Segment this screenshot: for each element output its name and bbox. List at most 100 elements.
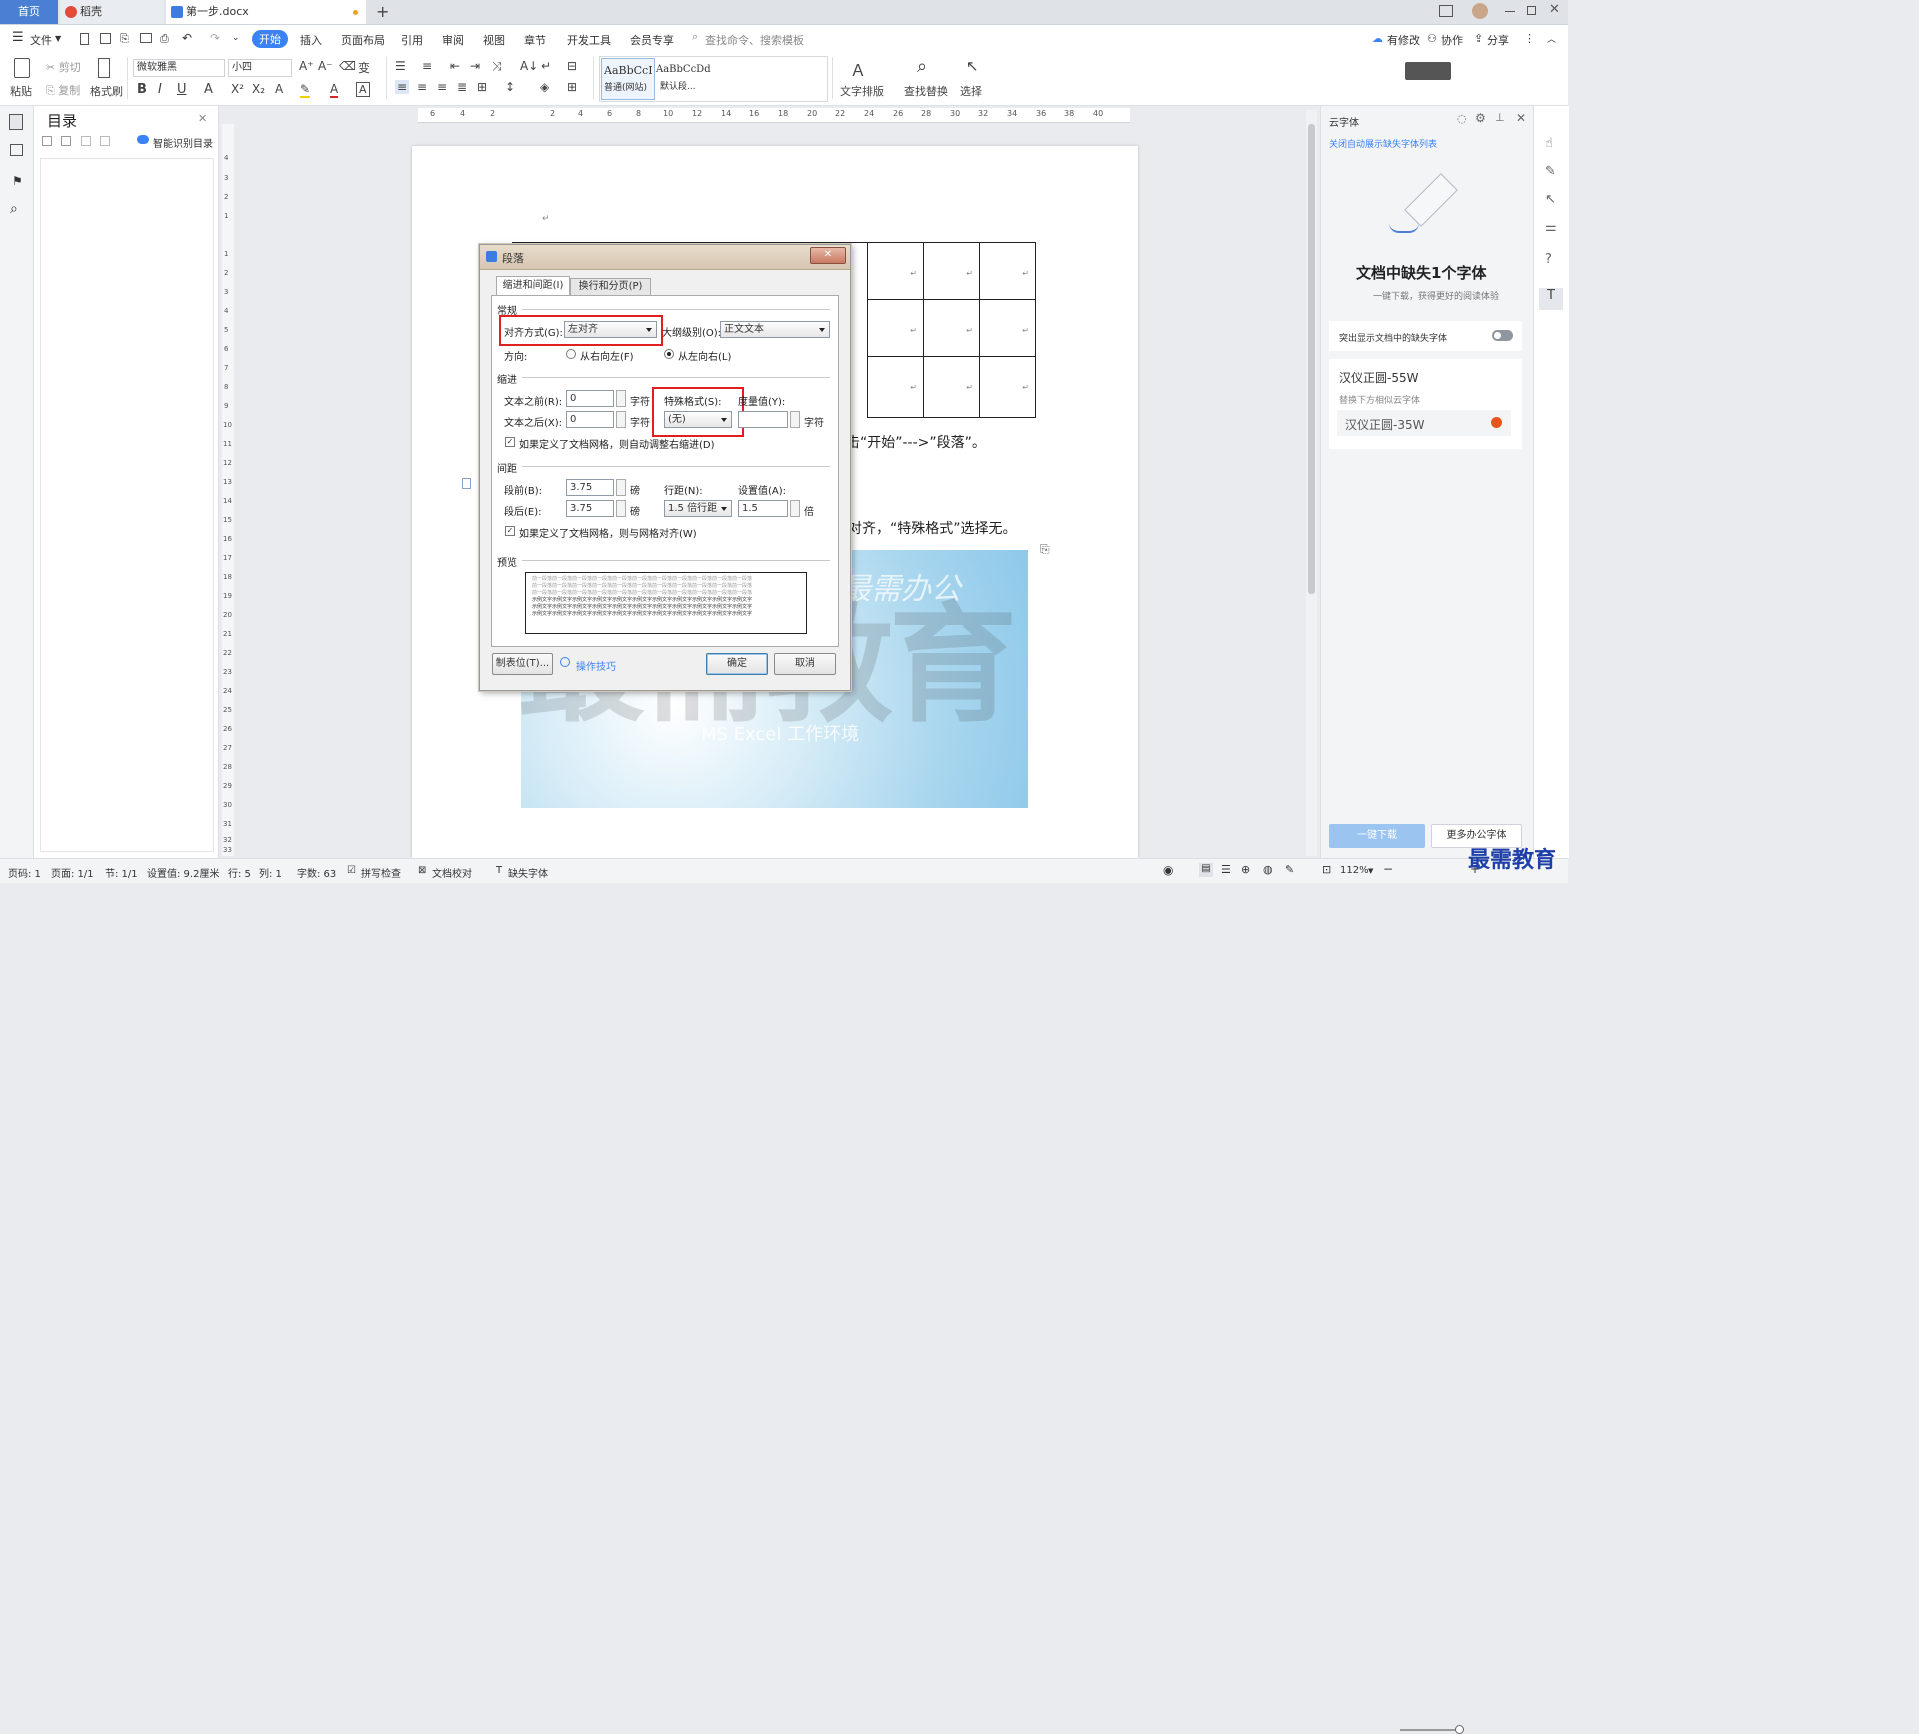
tab-stops-button[interactable]: 制表位(T)... — [492, 653, 553, 675]
auto-right-indent-checkbox[interactable]: ✓ — [505, 437, 515, 447]
table-cell[interactable]: ↵ — [867, 299, 924, 357]
unit-label[interactable]: 字符 — [630, 393, 650, 408]
tab-line-page-break[interactable]: 换行和分页(P) — [570, 278, 651, 296]
setting-value-spinner[interactable] — [790, 500, 800, 517]
find-replace-button[interactable]: 查找替换 — [904, 83, 948, 99]
quick-access-more-icon[interactable]: ⌄ — [232, 33, 240, 43]
dialog-titlebar[interactable]: 段落 ✕ — [480, 245, 850, 270]
expand-all-icon[interactable] — [42, 136, 52, 146]
minimize-button[interactable] — [1505, 11, 1515, 12]
table-border-icon[interactable]: ⊟ — [567, 59, 577, 73]
pin-icon[interactable]: ⊥ — [1495, 111, 1505, 124]
menu-member[interactable]: 会员专享 — [630, 32, 674, 48]
vertical-ruler[interactable]: 4 3 2 1 1 2 3 4 5 6 7 8 9 10 11 12 13 14… — [222, 124, 234, 856]
new-doc-icon[interactable] — [80, 33, 89, 45]
restore-button[interactable] — [1527, 6, 1536, 15]
tab-home[interactable]: 首页 — [0, 0, 58, 24]
horizontal-ruler[interactable]: 6 4 2 2 4 6 8 10 12 14 16 18 20 22 24 26… — [418, 108, 1130, 123]
status-word-count[interactable]: 字数: 63 — [297, 865, 336, 880]
collapse-ribbon-icon[interactable]: ︿ — [1547, 32, 1556, 45]
numbering-icon[interactable]: ≡ — [422, 59, 432, 73]
web-view-icon[interactable]: ⊕ — [1241, 863, 1250, 876]
highlight-missing-toggle[interactable] — [1492, 330, 1513, 341]
menu-start[interactable]: 开始 — [252, 30, 288, 48]
font-size-select[interactable]: 小四 — [228, 59, 292, 77]
status-setting[interactable]: 设置值: 9.2厘米 — [147, 865, 219, 880]
globe-icon[interactable]: ◍ — [1263, 863, 1273, 876]
borders-icon[interactable]: ⊞ — [567, 80, 577, 94]
superscript-icon[interactable]: X² — [231, 82, 244, 96]
format-painter-icon[interactable] — [98, 58, 110, 78]
show-marks-icon[interactable]: ↵ — [541, 59, 551, 73]
scrollbar-thumb[interactable] — [1308, 124, 1315, 594]
tab-docer[interactable]: 稻壳 — [60, 0, 164, 24]
format-painter-button[interactable]: 格式刷 — [90, 83, 123, 99]
align-right-icon[interactable]: ≡ — [437, 80, 447, 94]
changes-status[interactable]: 有修改 — [1387, 32, 1420, 48]
find-icon[interactable]: ⌕ — [10, 201, 18, 217]
outline-level-select[interactable]: 正文文本 — [720, 321, 830, 338]
pen-icon[interactable]: ✎ — [1285, 863, 1294, 876]
menu-insert[interactable]: 插入 — [300, 32, 322, 48]
menu-developer[interactable]: 开发工具 — [567, 32, 611, 48]
bold-icon[interactable]: B — [137, 82, 147, 97]
undo-icon[interactable]: ↶ — [182, 31, 192, 45]
copy-button[interactable]: ⎘ 复制 — [46, 82, 80, 98]
outline-pane-icon[interactable] — [9, 114, 23, 130]
settings-icon[interactable]: ⚙ — [1475, 111, 1486, 125]
italic-icon[interactable]: I — [158, 82, 162, 97]
doc-side-icon[interactable] — [462, 478, 471, 489]
collaborate-button[interactable]: 协作 — [1441, 32, 1463, 48]
shading-icon[interactable]: ◈ — [540, 80, 549, 94]
phonetic-icon[interactable]: 变 — [358, 59, 370, 76]
pointer-icon[interactable]: ↖ — [1545, 192, 1556, 207]
print-preview-icon[interactable]: ⎙ — [160, 32, 169, 46]
sort-icon[interactable]: A↓ — [520, 59, 538, 73]
table-cell[interactable]: ↵ — [923, 356, 980, 418]
missing-font-button[interactable]: 缺失字体 — [508, 865, 548, 880]
table-cell[interactable]: ↵ — [867, 356, 924, 418]
dialog-close-button[interactable]: ✕ — [810, 247, 846, 264]
distribute-icon[interactable]: ⊞ — [477, 80, 487, 94]
char-border-icon[interactable]: A — [356, 82, 370, 97]
chat-icon[interactable]: ◌ — [1457, 112, 1467, 125]
outline-view-icon[interactable]: ☰ — [1221, 863, 1231, 876]
zoom-level[interactable]: 112% — [1340, 865, 1369, 876]
fit-page-icon[interactable]: ⊡ — [1322, 863, 1331, 876]
gesture-icon[interactable]: ☝ — [1545, 136, 1553, 151]
new-tab-button[interactable]: + — [376, 2, 389, 21]
menu-view[interactable]: 视图 — [483, 32, 505, 48]
menu-chapter[interactable]: 章节 — [524, 32, 546, 48]
close-window-button[interactable]: ✕ — [1549, 2, 1560, 17]
text-direction-icon[interactable]: ⤨ — [492, 59, 502, 74]
tips-link[interactable]: 操作技巧 — [576, 658, 616, 673]
measure-spinner[interactable] — [790, 411, 800, 428]
increase-indent-icon[interactable]: ⇥ — [470, 59, 480, 73]
font-color-icon[interactable]: A — [330, 82, 339, 98]
bookmark-icon[interactable]: ⚑ — [12, 174, 23, 188]
indent-after-spinner[interactable] — [616, 411, 626, 428]
remove-heading-icon[interactable] — [100, 136, 110, 146]
layout-icon[interactable] — [1439, 5, 1453, 17]
export-pdf-icon[interactable]: ⎘ — [120, 32, 129, 46]
paste-button[interactable]: 粘贴 — [10, 83, 32, 99]
unit-label[interactable]: 磅 — [630, 503, 640, 518]
table-cell[interactable]: ↵ — [979, 299, 1036, 357]
panel-title[interactable]: 云字体 — [1329, 114, 1359, 129]
measure-input[interactable] — [738, 411, 788, 428]
keyboard-widget-icon[interactable] — [1405, 62, 1451, 80]
more-icon[interactable]: ⋮ — [1524, 32, 1535, 45]
help-icon[interactable]: ? — [1545, 252, 1552, 267]
text-layout-button[interactable]: 文字排版 — [840, 83, 884, 99]
zoom-slider[interactable] — [1400, 1729, 1462, 1731]
cut-button[interactable]: ✂ 剪切 — [46, 59, 81, 75]
rtl-label[interactable]: 从右向左(F) — [580, 348, 634, 363]
paste-icon[interactable] — [14, 58, 30, 78]
command-search-input[interactable]: 查找命令、搜索模板 — [705, 32, 804, 48]
zoom-slider-handle[interactable] — [1455, 1725, 1464, 1734]
menu-page-layout[interactable]: 页面布局 — [341, 32, 385, 48]
shrink-font-icon[interactable]: A⁻ — [318, 59, 333, 73]
zoom-out-button[interactable]: − — [1383, 862, 1393, 876]
paste-options-icon[interactable]: ⎘ — [1040, 542, 1050, 557]
subscript-icon[interactable]: X₂ — [252, 82, 265, 96]
